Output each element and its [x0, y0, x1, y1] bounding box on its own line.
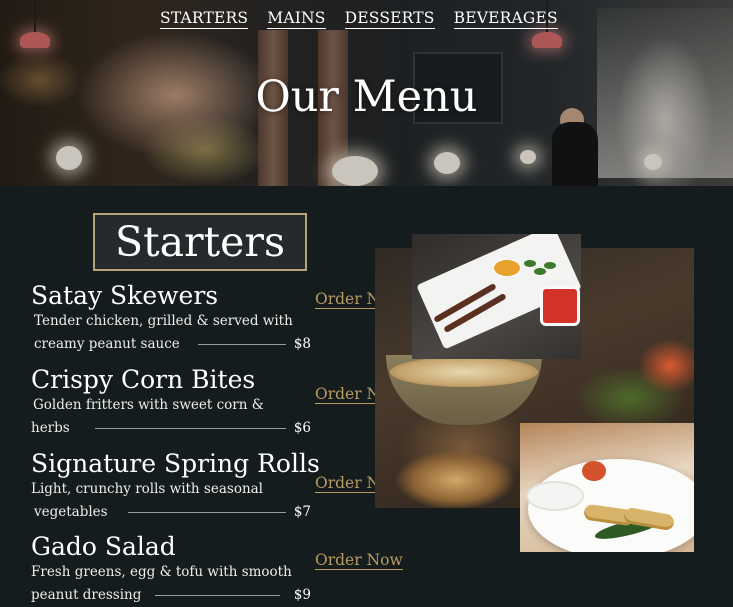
menu-item-price: $9 [293, 587, 311, 603]
nav-starters[interactable]: STARTERS [160, 9, 249, 29]
nav-mains[interactable]: MAINS [267, 9, 326, 29]
order-now-link[interactable]: Order Now [315, 551, 403, 570]
menu-item-desc-row: vegetables $7 [31, 501, 311, 524]
price-leader-line [127, 512, 286, 513]
menu-item-description: Fresh greens, egg & tofu with smooth pea… [31, 561, 311, 607]
price-leader-line [197, 344, 286, 345]
satay-plate-photo [412, 234, 581, 359]
menu-item-desc-line: creamy peanut sauce [34, 336, 180, 352]
menu-item-desc-line: peanut dressing [31, 587, 142, 603]
herb-garnish [534, 268, 546, 275]
hero-banner: STARTERS MAINS DESSERTS BEVERAGES Our Me… [0, 0, 733, 186]
tomato-garnish [582, 461, 606, 481]
menu-item-desc-line: vegetables [34, 504, 108, 520]
menu-item-desc-row: peanut dressing $9 [31, 584, 311, 607]
menu-item-price: $7 [293, 504, 311, 520]
chili-sauce-cup [540, 286, 580, 326]
crackers-photo [395, 440, 520, 508]
herb-garnish [524, 260, 536, 267]
price-leader-line [155, 595, 280, 596]
spring-rolls-photo [520, 423, 694, 552]
menu-item-description: Golden fritters with sweet corn & herbs … [31, 394, 311, 440]
main-nav: STARTERS MAINS DESSERTS BEVERAGES [160, 9, 577, 29]
menu-item-price: $8 [293, 336, 311, 352]
menu-item-desc-line: Light, crunchy rolls with seasonal [31, 481, 264, 497]
bowl-contents [390, 357, 538, 387]
menu-item-desc-line: Tender chicken, grilled & served with [34, 313, 293, 329]
page-title: Our Menu [255, 72, 478, 122]
menu-item-desc-row: creamy peanut sauce $8 [34, 333, 311, 356]
menu-item-description: Light, crunchy rolls with seasonal veget… [31, 478, 311, 524]
menu-item-desc-line: herbs [31, 420, 70, 436]
menu-item-desc-row: herbs $6 [31, 417, 311, 440]
menu-item-name: Gado Salad [31, 532, 176, 561]
menu-item-description: Tender chicken, grilled & served with cr… [31, 310, 311, 356]
menu-item: Crispy Corn Bites Golden fritters with s… [31, 365, 311, 440]
menu-item-desc-line: Golden fritters with sweet corn & [33, 397, 264, 413]
menu-item: Satay Skewers Tender chicken, grilled & … [31, 281, 311, 356]
nav-desserts[interactable]: DESSERTS [344, 9, 435, 29]
menu-item-name: Signature Spring Rolls [31, 449, 320, 478]
dipping-bowl [526, 481, 584, 511]
menu-item-name: Satay Skewers [31, 281, 219, 310]
section-heading-starters: Starters [93, 213, 307, 271]
nav-beverages[interactable]: BEVERAGES [453, 9, 558, 29]
menu-item-name: Crispy Corn Bites [31, 365, 256, 394]
sauce-dish [492, 258, 522, 278]
menu-item-desc-line: Fresh greens, egg & tofu with smooth [31, 564, 292, 580]
menu-item: Gado Salad Fresh greens, egg & tofu with… [31, 532, 311, 607]
price-leader-line [94, 428, 286, 429]
herb-garnish [544, 262, 556, 269]
menu-item-price: $6 [293, 420, 311, 436]
menu-item: Signature Spring Rolls Light, crunchy ro… [31, 449, 320, 524]
